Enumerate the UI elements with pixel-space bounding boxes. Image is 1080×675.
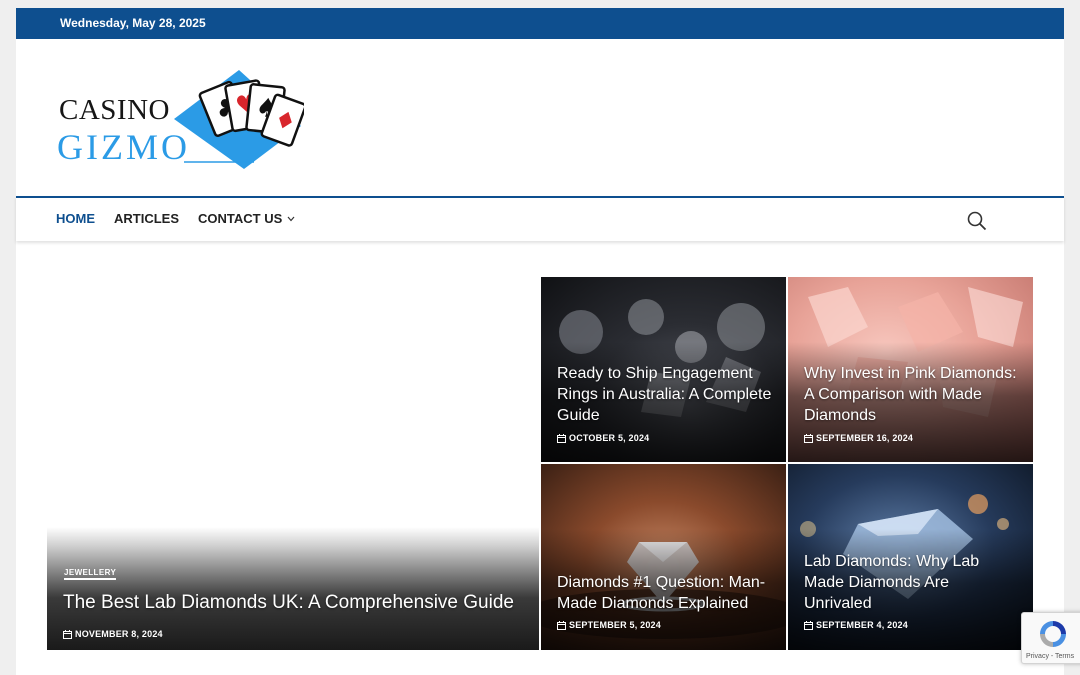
current-date: Wednesday, May 28, 2025 (60, 16, 206, 30)
nav-item-label: CONTACT US (198, 211, 283, 226)
calendar-icon (63, 629, 72, 639)
nav-item-contact-us[interactable]: CONTACT US (198, 211, 295, 226)
site-header: ♣ ♥ ♠ ♦ CASINO GIZMO (16, 39, 1064, 196)
calendar-icon (557, 433, 566, 443)
logo-text-casino: CASINO (59, 94, 170, 126)
featured-post-tile-4[interactable]: Lab Diamonds: Why Lab Made Diamonds Are … (788, 464, 1033, 650)
nav-item-articles[interactable]: ARTICLES (114, 211, 179, 226)
page-frame: Wednesday, May 28, 2025 ♣ ♥ ♠ ♦ CASINO G… (16, 8, 1064, 675)
calendar-icon (557, 620, 566, 630)
post-title[interactable]: Ready to Ship Engagement Rings in Austra… (557, 363, 772, 426)
nav-item-label: HOME (56, 211, 95, 226)
featured-posts-grid: JEWELLERY The Best Lab Diamonds UK: A Co… (47, 277, 1033, 650)
nav-item-label: ARTICLES (114, 211, 179, 226)
nav-menu: HOME ARTICLES CONTACT US (56, 211, 314, 226)
search-icon[interactable] (966, 210, 988, 232)
post-date-text: NOVEMBER 8, 2024 (75, 629, 163, 639)
site-logo[interactable]: ♣ ♥ ♠ ♦ CASINO GIZMO (54, 64, 304, 176)
chevron-down-icon (287, 216, 295, 221)
category-link[interactable]: JEWELLERY (64, 568, 117, 580)
post-date-text: SEPTEMBER 5, 2024 (569, 620, 661, 630)
featured-post-tile-1[interactable]: Ready to Ship Engagement Rings in Austra… (541, 277, 786, 462)
featured-post-tile-3[interactable]: Diamonds #1 Question: Man-Made Diamonds … (541, 464, 786, 650)
post-date: SEPTEMBER 4, 2024 (804, 620, 908, 630)
post-date: SEPTEMBER 5, 2024 (557, 620, 661, 630)
post-date: OCTOBER 5, 2024 (557, 433, 649, 443)
post-title[interactable]: Diamonds #1 Question: Man-Made Diamonds … (557, 572, 772, 614)
post-date-text: SEPTEMBER 16, 2024 (816, 433, 914, 443)
featured-post-tile-2[interactable]: Why Invest in Pink Diamonds: A Compariso… (788, 277, 1033, 462)
post-title[interactable]: Why Invest in Pink Diamonds: A Compariso… (804, 363, 1019, 426)
calendar-icon (804, 620, 813, 630)
recaptcha-links[interactable]: Privacy - Terms (1026, 653, 1074, 660)
recaptcha-icon (1040, 621, 1066, 647)
post-title[interactable]: The Best Lab Diamonds UK: A Comprehensiv… (63, 591, 525, 615)
recaptcha-badge[interactable]: Privacy - Terms (1021, 612, 1080, 664)
calendar-icon (804, 433, 813, 443)
main-navigation: HOME ARTICLES CONTACT US (16, 196, 1064, 241)
logo-text-gizmo: GIZMO (57, 127, 190, 167)
post-date-text: OCTOBER 5, 2024 (569, 433, 650, 443)
post-date-text: SEPTEMBER 4, 2024 (816, 620, 908, 630)
post-title[interactable]: Lab Diamonds: Why Lab Made Diamonds Are … (804, 551, 1019, 614)
nav-item-home[interactable]: HOME (56, 211, 95, 226)
post-date: SEPTEMBER 16, 2024 (804, 433, 913, 443)
post-date: NOVEMBER 8, 2024 (63, 629, 163, 639)
top-bar: Wednesday, May 28, 2025 (16, 8, 1064, 39)
featured-post-main[interactable]: JEWELLERY The Best Lab Diamonds UK: A Co… (47, 277, 539, 650)
